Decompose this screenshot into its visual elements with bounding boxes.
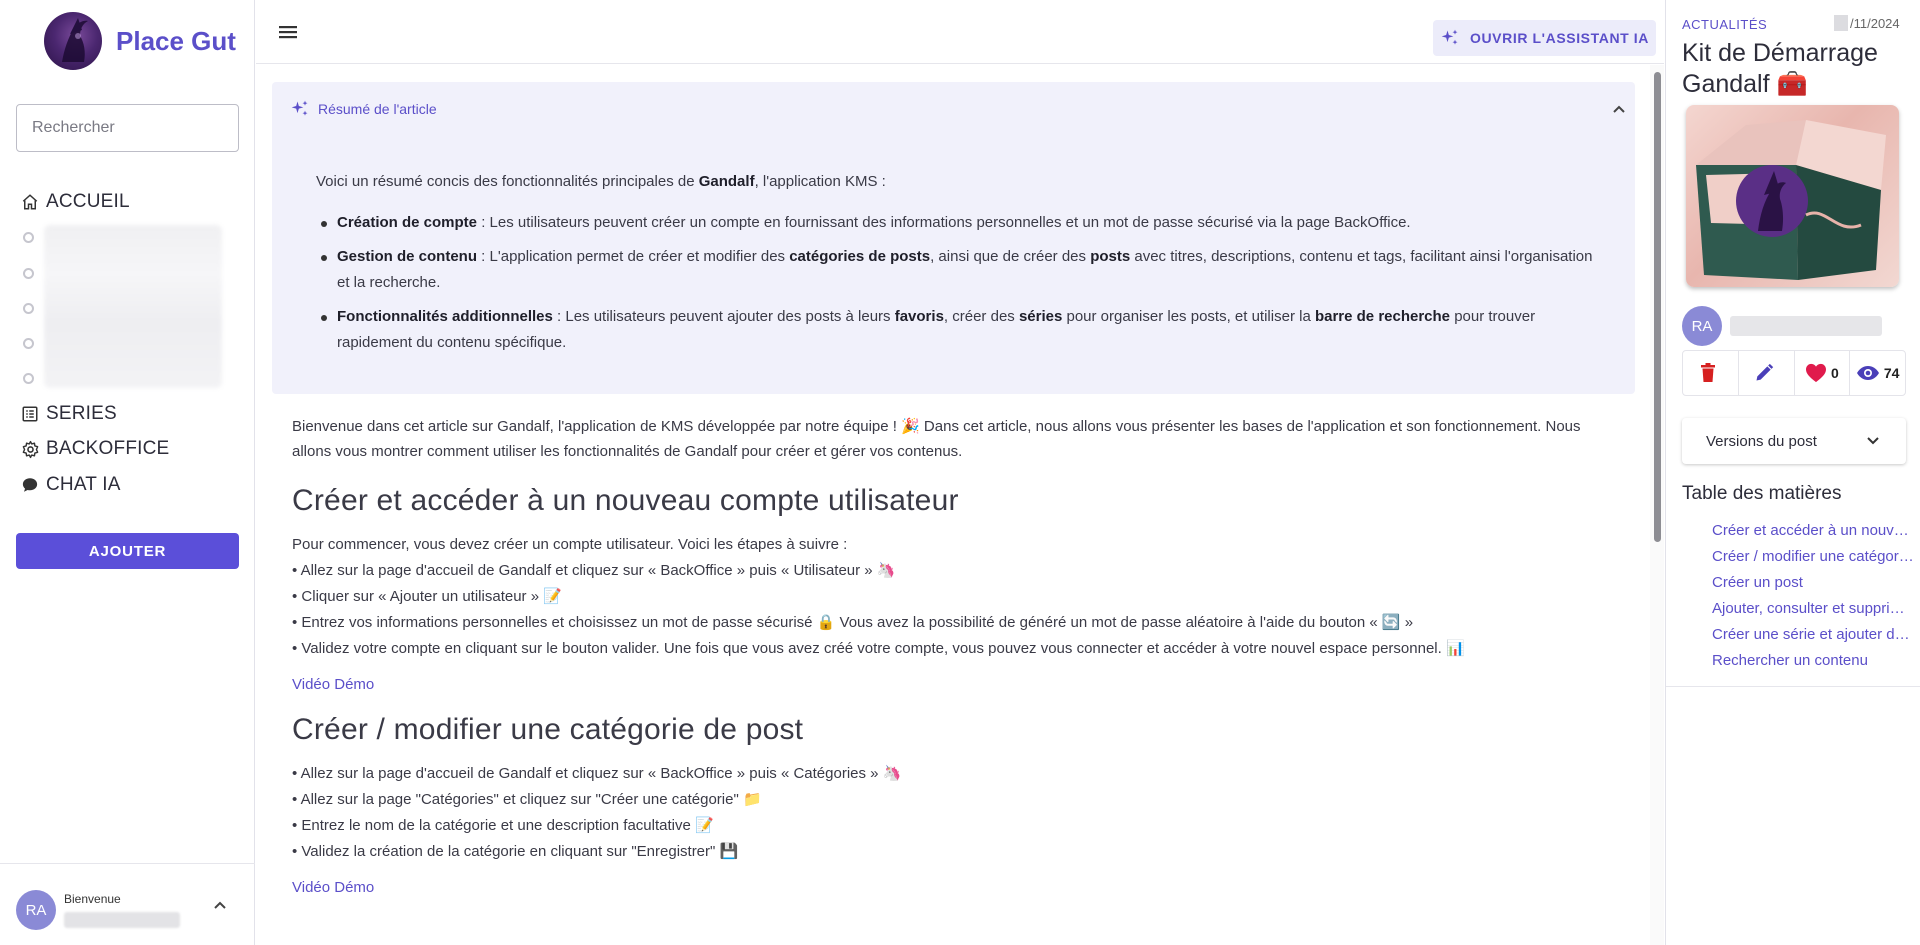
eye-icon xyxy=(1856,366,1879,380)
sparkles-icon xyxy=(1441,29,1458,45)
section-steps: • Allez sur la page d'accueil de Gandalf… xyxy=(292,761,1622,865)
summary-item: Gestion de contenu : L'application perme… xyxy=(316,244,1596,296)
article-summary-panel: Résumé de l'article Voici un résumé conc… xyxy=(272,82,1635,394)
post-info-panel: ACTUALITÉS /11/2024 Kit de Démarrage Gan… xyxy=(1665,0,1920,945)
step-item: • Validez la création de la catégorie en… xyxy=(292,843,739,860)
summary-header[interactable]: Résumé de l'article xyxy=(290,99,437,119)
table-of-contents: Créer et accéder à un nouveau compte uti… xyxy=(1712,518,1916,674)
nav-item-series[interactable]: SERIES xyxy=(20,403,117,425)
step-item: • Entrez le nom de la catégorie et une d… xyxy=(292,817,714,834)
toc-link[interactable]: Rechercher un contenu xyxy=(1712,648,1916,674)
gear-icon xyxy=(20,439,40,459)
view-count: 74 xyxy=(1883,365,1900,381)
search-box[interactable] xyxy=(16,104,239,152)
step-item: • Cliquer sur « Ajouter un utilisateur »… xyxy=(292,588,562,605)
nav-item-home[interactable]: ACCUEIL xyxy=(20,191,130,213)
chat-bubble-icon xyxy=(20,475,40,495)
nav-label-backoffice: BACKOFFICE xyxy=(46,438,170,459)
add-button[interactable]: AJOUTER xyxy=(16,533,239,569)
divider xyxy=(1666,686,1920,687)
hamburger-menu-icon[interactable] xyxy=(277,22,299,42)
avatar[interactable]: RA xyxy=(16,890,56,930)
post-cover-image xyxy=(1686,105,1899,287)
nav-item-chat[interactable]: CHAT IA xyxy=(20,474,121,496)
summary-item: Fonctionnalités additionnelles : Les uti… xyxy=(316,304,1596,356)
demo-video-link[interactable]: Vidéo Démo xyxy=(292,879,374,896)
versions-label: Versions du post xyxy=(1706,432,1817,450)
step-item: • Entrez vos informations personnelles e… xyxy=(292,614,1414,631)
brand[interactable]: Place Gut xyxy=(44,12,236,70)
chevron-up-icon[interactable] xyxy=(1612,104,1626,114)
blurred-author-name xyxy=(1730,316,1882,336)
toc-link[interactable]: Créer une série et ajouter des posts xyxy=(1712,622,1916,648)
trash-icon xyxy=(1701,363,1716,382)
toc-link[interactable]: Créer un post xyxy=(1712,570,1916,596)
app-logo xyxy=(44,12,102,70)
step-item: • Allez sur la page d'accueil de Gandalf… xyxy=(292,562,896,579)
heart-icon xyxy=(1805,363,1826,383)
article-content: Résumé de l'article Voici un résumé conc… xyxy=(256,65,1650,945)
app-name: Place Gut xyxy=(116,25,236,56)
open-ai-assistant-button[interactable]: OUVRIR L'ASSISTANT IA xyxy=(1433,20,1656,56)
article-intro: Bienvenue dans cet article sur Gandalf, … xyxy=(292,418,1581,460)
blurred-username xyxy=(64,912,180,928)
chevron-up-icon[interactable] xyxy=(213,900,227,910)
demo-video-link[interactable]: Vidéo Démo xyxy=(292,676,374,693)
sub-item-dot[interactable] xyxy=(23,373,34,384)
summary-item: Création de compte : Les utilisateurs pe… xyxy=(316,210,1596,236)
nav-item-backoffice[interactable]: BACKOFFICE xyxy=(20,438,169,460)
post-date: /11/2024 xyxy=(1834,15,1900,31)
top-bar: OUVRIR L'ASSISTANT IA xyxy=(256,0,1664,64)
step-item: • Allez sur la page "Catégories" et cliq… xyxy=(292,791,762,808)
welcome-label: Bienvenue xyxy=(64,892,121,906)
nav-label-chat: CHAT IA xyxy=(46,474,121,495)
toc-link[interactable]: Créer / modifier une catégorie de post xyxy=(1712,544,1916,570)
article-body: Bienvenue dans cet article sur Gandalf, … xyxy=(292,414,1622,896)
summary-title: Résumé de l'article xyxy=(318,101,437,117)
nav-label-home: ACCUEIL xyxy=(46,191,130,212)
toc-link[interactable]: Ajouter, consulter et supprimer des favo… xyxy=(1712,596,1916,622)
views-counter: 74 xyxy=(1850,351,1905,395)
step-item: • Validez votre compte en cliquant sur l… xyxy=(292,640,1465,657)
post-title: Kit de Démarrage Gandalf 🧰 xyxy=(1682,39,1878,98)
section-steps: Pour commencer, vous devez créer un comp… xyxy=(292,532,1622,662)
blurred-day xyxy=(1834,15,1848,31)
section-heading: Créer et accéder à un nouveau compte uti… xyxy=(292,484,959,517)
like-button[interactable]: 0 xyxy=(1795,351,1851,395)
sub-item-dot[interactable] xyxy=(23,268,34,279)
section-lead: Pour commencer, vous devez créer un comp… xyxy=(292,536,848,553)
step-item: • Allez sur la page d'accueil de Gandalf… xyxy=(292,765,902,782)
post-versions-dropdown[interactable]: Versions du post xyxy=(1682,418,1906,464)
user-footer[interactable]: RA Bienvenue xyxy=(0,863,255,945)
toc-title: Table des matières xyxy=(1682,483,1842,504)
ai-button-label: OUVRIR L'ASSISTANT IA xyxy=(1469,30,1649,46)
sub-item-dot[interactable] xyxy=(23,338,34,349)
pencil-icon xyxy=(1756,363,1774,381)
scrollbar-thumb[interactable] xyxy=(1654,72,1661,542)
toc-link[interactable]: Créer et accéder à un nouveau compte uti… xyxy=(1712,518,1916,544)
section-heading: Créer / modifier une catégorie de post xyxy=(292,713,804,746)
sidebar: Place Gut ACCUEIL SERIES BACKOFFICE CHAT… xyxy=(0,0,255,945)
summary-intro: Voici un résumé concis des fonctionnalit… xyxy=(316,173,886,190)
author-avatar[interactable]: RA xyxy=(1682,306,1722,346)
chevron-down-icon xyxy=(1867,437,1879,445)
home-icon xyxy=(20,192,40,212)
edit-button[interactable] xyxy=(1739,351,1795,395)
delete-button[interactable] xyxy=(1683,351,1739,395)
search-input[interactable] xyxy=(32,119,239,137)
sparkles-icon xyxy=(291,100,308,116)
post-actions: 0 74 xyxy=(1682,350,1906,396)
sub-item-dot[interactable] xyxy=(23,232,34,243)
summary-list: Création de compte : Les utilisateurs pe… xyxy=(316,210,1596,364)
post-category[interactable]: ACTUALITÉS xyxy=(1682,17,1767,32)
blurred-sub-items xyxy=(44,225,222,388)
sub-item-dot[interactable] xyxy=(23,303,34,314)
nav-label-series: SERIES xyxy=(46,403,117,424)
list-icon xyxy=(20,404,40,424)
like-count: 0 xyxy=(1830,365,1839,381)
